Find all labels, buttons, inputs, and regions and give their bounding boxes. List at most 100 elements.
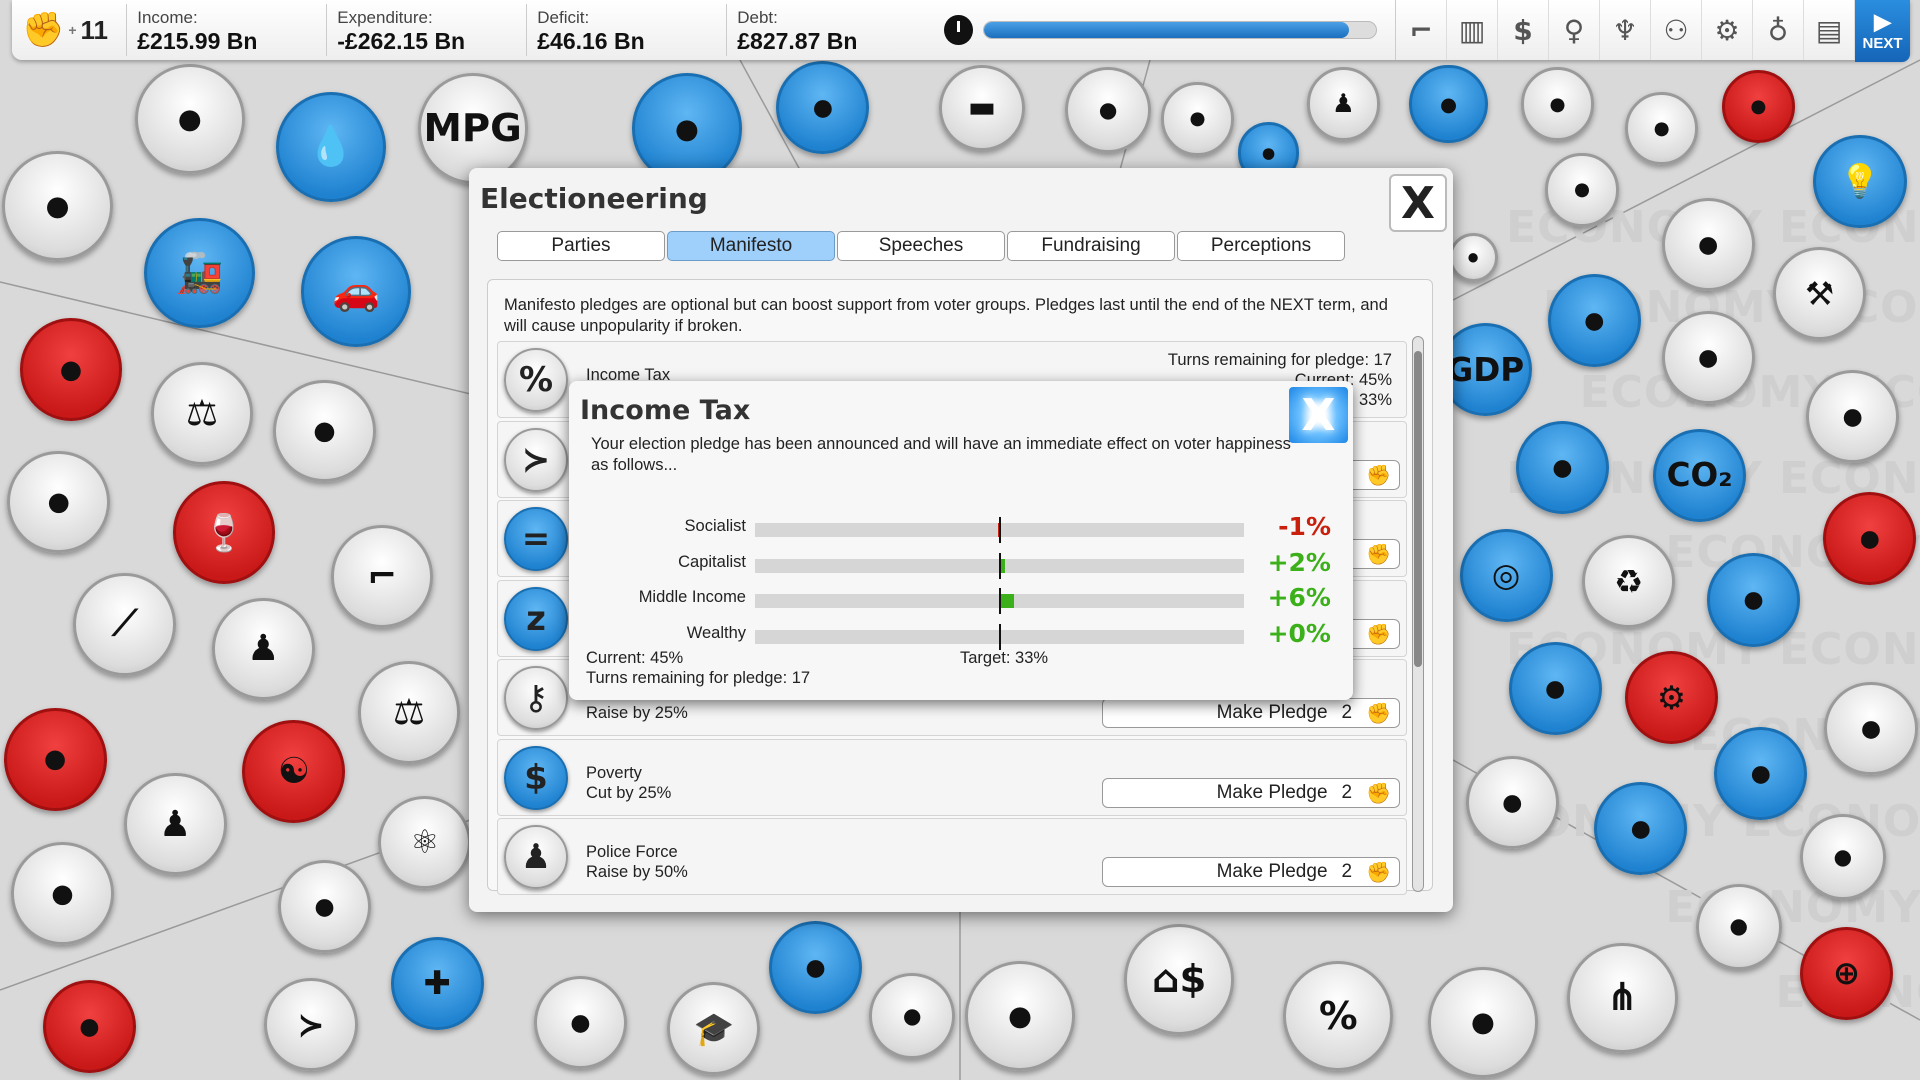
factory-icon[interactable]: ●: [1824, 682, 1918, 776]
hand-icon[interactable]: ●: [1409, 64, 1488, 144]
housing-icon[interactable]: ●: [1545, 153, 1619, 227]
award-menu-button[interactable]: ♁: [1753, 0, 1805, 60]
happiness-change-bar: [755, 588, 1244, 614]
make-pledge-button[interactable]: Make Pledge2✊: [1102, 777, 1400, 808]
police-icon[interactable]: ●: [1065, 67, 1151, 154]
group-red-icon[interactable]: ●: [19, 318, 123, 422]
hierarchy-icon[interactable]: ⋔: [1567, 942, 1678, 1054]
car-icon[interactable]: 🚗: [301, 236, 412, 347]
happiness-change-bar: [755, 517, 1244, 543]
court-icon[interactable]: ⚖: [357, 661, 461, 765]
documents-menu-button[interactable]: ▤: [1804, 0, 1856, 60]
population-icon[interactable]: ●: [1806, 369, 1900, 463]
pie-icon[interactable]: ●: [1706, 553, 1800, 647]
pledge-name: Poverty: [586, 763, 642, 782]
close-popup-button[interactable]: X: [1289, 387, 1348, 443]
property-tax-icon[interactable]: ⌂$: [1124, 924, 1235, 1035]
gun-icon[interactable]: ⌐: [330, 525, 434, 629]
solar-icon[interactable]: ●: [1661, 311, 1755, 405]
political-capital: ✊ +11: [22, 10, 109, 50]
people-icon[interactable]: ●: [273, 379, 376, 483]
stat-expenditure[interactable]: Expenditure: -£262.15 Bn: [326, 4, 526, 56]
coins-icon[interactable]: ◎: [1459, 528, 1553, 623]
gears-menu-button[interactable]: ⚙: [1702, 0, 1754, 60]
tab-manifesto[interactable]: Manifesto: [667, 231, 835, 261]
innovation-icon[interactable]: 💡: [1813, 134, 1907, 228]
wine-icon[interactable]: 🍷: [172, 481, 276, 585]
atom-icon[interactable]: ⚛: [378, 795, 472, 889]
tech-icon[interactable]: ●: [1547, 274, 1641, 368]
worker-icon[interactable]: ●: [1624, 91, 1699, 166]
person-icon[interactable]: ♟: [1306, 67, 1380, 141]
gun-menu-button[interactable]: ⌐: [1396, 0, 1448, 60]
fist-icon: ✊: [1366, 701, 1391, 725]
syringe-icon[interactable]: ⟋: [73, 573, 177, 676]
wind-house-icon[interactable]: ●: [1800, 814, 1886, 900]
export-icon[interactable]: ●: [1721, 69, 1796, 144]
stat-income[interactable]: Income: £215.99 Bn: [126, 4, 326, 56]
fish-icon[interactable]: ≻: [264, 978, 358, 1072]
tab-perceptions[interactable]: Perceptions: [1177, 231, 1345, 261]
lightbulb-menu-button[interactable]: ♀: [1549, 0, 1601, 60]
chart-menu-button[interactable]: ▥: [1447, 0, 1499, 60]
stat-deficit[interactable]: Deficit: £46.16 Bn: [526, 4, 726, 56]
happiness-change-value: +6%: [1267, 583, 1331, 612]
handshake-icon[interactable]: ●: [776, 61, 870, 155]
voter-group-row: Wealthy +0%: [569, 618, 1353, 651]
drinks-icon[interactable]: ●: [7, 450, 111, 554]
happiness-change-value: +2%: [1267, 547, 1331, 577]
religion-icon[interactable]: ☯: [242, 720, 346, 823]
globe-tax-icon[interactable]: ⊕: [1800, 926, 1894, 1020]
water-plus-icon[interactable]: 💧: [275, 91, 386, 203]
people-menu-button[interactable]: ⚇: [1651, 0, 1703, 60]
library-icon[interactable]: ●: [533, 975, 627, 1069]
tools-icon[interactable]: ⚒: [1773, 247, 1867, 341]
fuel-icon[interactable]: ●: [964, 961, 1076, 1072]
monitor-icon[interactable]: ●: [1695, 884, 1782, 970]
tank-icon[interactable]: ▬: [939, 64, 1025, 151]
equality-icon: =: [504, 507, 568, 571]
soldier-icon[interactable]: ♟: [123, 772, 227, 876]
next-turn-button[interactable]: ▶ NEXT: [1855, 0, 1911, 62]
sleep-icon[interactable]: ●: [1515, 421, 1609, 515]
education-icon[interactable]: 🎓: [667, 982, 761, 1076]
dollar-menu-button[interactable]: $: [1498, 0, 1550, 60]
make-pledge-button[interactable]: Make Pledge2✊: [1102, 698, 1400, 728]
stat-debt[interactable]: Debt: £827.87 Bn: [726, 4, 926, 56]
scrollbar-thumb[interactable]: [1414, 351, 1422, 667]
labour-icon[interactable]: ●: [1823, 492, 1917, 586]
make-pledge-button[interactable]: Make Pledge2✊: [1102, 857, 1400, 887]
camera-icon[interactable]: ●: [11, 842, 114, 946]
tab-speeches[interactable]: Speeches: [837, 231, 1005, 261]
computer-icon[interactable]: ●: [1465, 755, 1559, 849]
recycle-icon[interactable]: ♻: [1582, 535, 1676, 629]
happiness-change-value: +0%: [1267, 618, 1331, 648]
close-dialog-button[interactable]: X: [1389, 174, 1447, 232]
health-plus-icon[interactable]: ✚: [390, 936, 484, 1030]
co2-icon[interactable]: CO₂: [1653, 428, 1747, 522]
crowd-icon[interactable]: ●: [1661, 198, 1755, 292]
police-officer-icon[interactable]: ♟: [211, 597, 315, 701]
alcohol-icon[interactable]: ●: [1427, 967, 1538, 1078]
family-tax-icon[interactable]: ●: [1520, 67, 1595, 141]
gear-icon[interactable]: ⚙: [1624, 651, 1718, 745]
farming-icon[interactable]: ●: [277, 859, 371, 953]
elderly-icon[interactable]: ●: [1448, 232, 1498, 282]
bus-icon[interactable]: ●: [134, 63, 245, 174]
house-icon[interactable]: ●: [1160, 82, 1235, 156]
tab-fundraising[interactable]: Fundraising: [1007, 231, 1175, 261]
lungs-icon[interactable]: ●: [42, 979, 136, 1073]
rifle-icon[interactable]: ●: [3, 707, 107, 811]
tab-parties[interactable]: Parties: [497, 231, 665, 261]
train-icon[interactable]: 🚂: [144, 217, 255, 329]
fist-icon: ✊: [22, 10, 65, 50]
trophy-menu-button[interactable]: ♆: [1600, 0, 1652, 60]
road-worker-icon[interactable]: ●: [2, 150, 113, 261]
manifesto-description: Manifesto pledges are optional but can b…: [504, 296, 1388, 335]
scrollbar[interactable]: [1412, 336, 1424, 892]
family-icon[interactable]: ●: [869, 973, 956, 1060]
judge-icon[interactable]: ⚖: [150, 362, 254, 466]
dollar-icon: $: [1513, 13, 1533, 47]
network-icon[interactable]: ●: [1508, 641, 1602, 735]
report-icon[interactable]: ●: [768, 920, 863, 1014]
